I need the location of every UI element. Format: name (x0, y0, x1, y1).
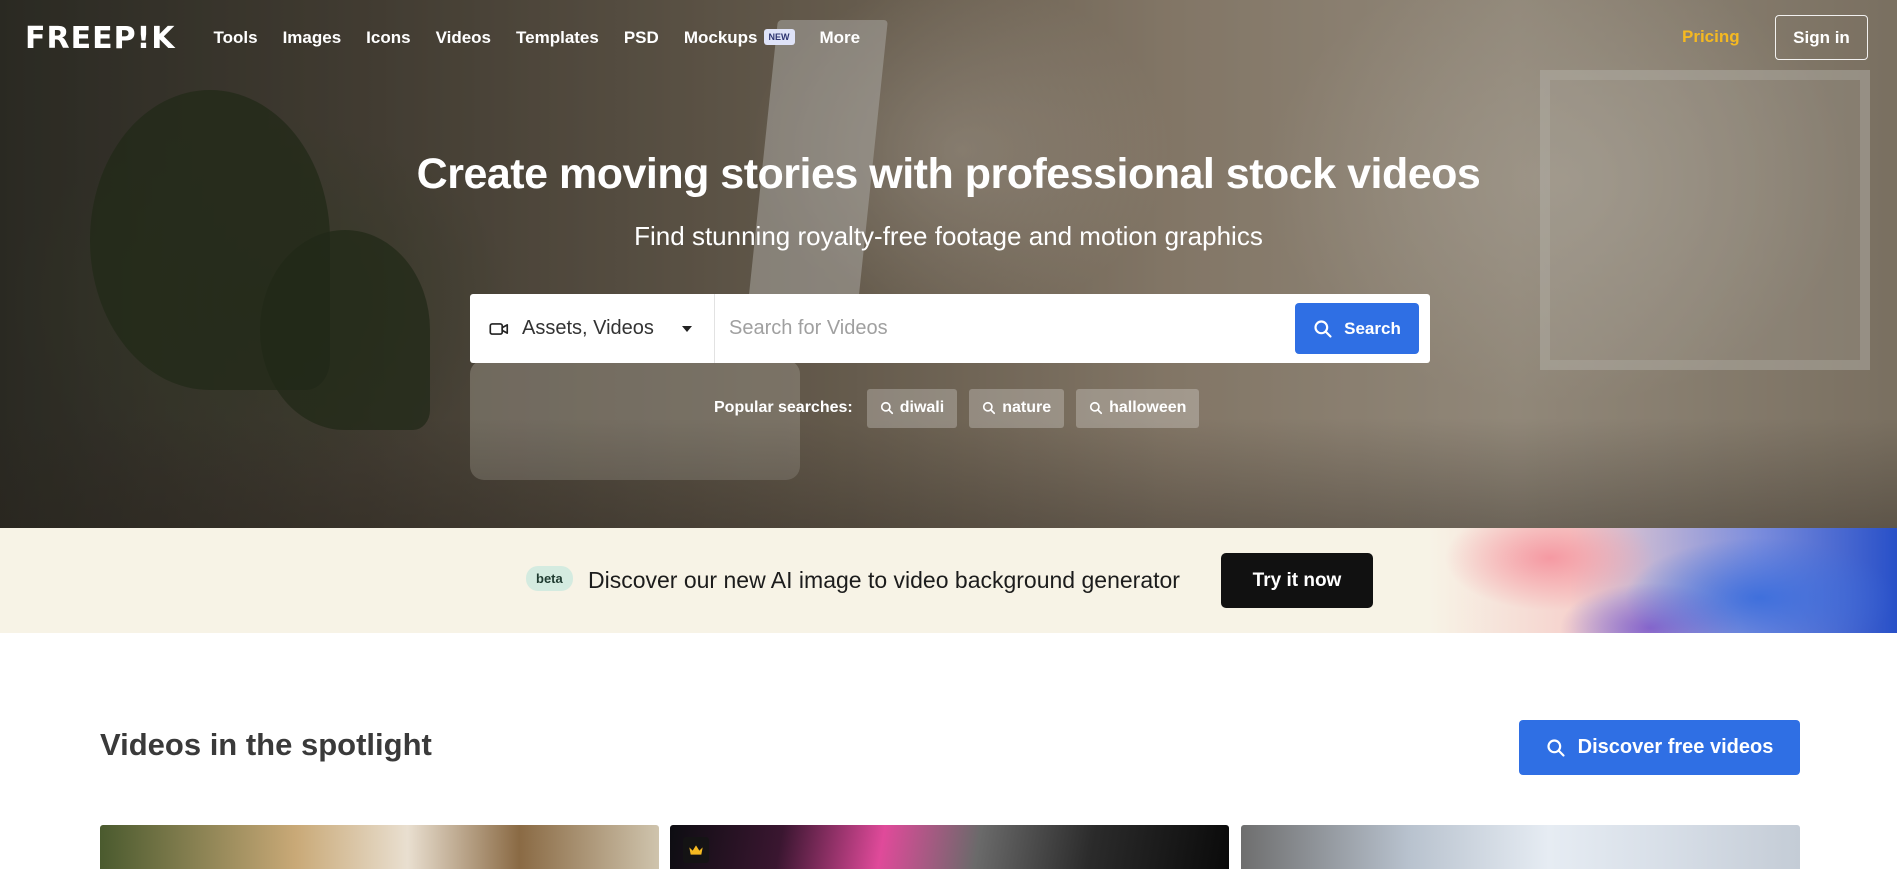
banner-artwork (1430, 528, 1897, 633)
discover-button-label: Discover free videos (1577, 736, 1774, 758)
spotlight-title: Videos in the spotlight (100, 727, 432, 762)
premium-badge (683, 837, 709, 863)
search-button-label: Search (1344, 318, 1401, 338)
search-button[interactable]: Search (1295, 303, 1419, 354)
sign-in-button[interactable]: Sign in (1775, 15, 1868, 60)
hero-floor-shade (0, 418, 1897, 528)
search-icon (1314, 319, 1332, 338)
discover-free-videos-button[interactable]: Discover free videos (1519, 720, 1800, 775)
search-icon (983, 401, 996, 415)
asset-type-dropdown[interactable]: Assets, Videos (470, 294, 715, 363)
nav-mockups[interactable]: Mockups NEW (684, 28, 795, 48)
nav-icons[interactable]: Icons (366, 28, 410, 48)
search-icon (880, 401, 893, 415)
popular-chip-nature[interactable]: nature (969, 388, 1065, 428)
popular-searches-label: Popular searches: (714, 399, 853, 416)
video-thumbnail[interactable] (670, 825, 1229, 869)
nav-videos[interactable]: Videos (436, 28, 491, 48)
search-bar: Assets, Videos Search (470, 294, 1430, 363)
hero-title: Create moving stories with professional … (416, 150, 1481, 198)
nav-links: Tools Images Icons Videos Templates PSD … (214, 28, 861, 48)
popular-searches: Popular searches: diwali nature hallowee… (714, 388, 1200, 428)
banner-text: Discover our new AI image to video backg… (588, 567, 1180, 593)
nav-psd[interactable]: PSD (624, 28, 659, 48)
video-thumbnail[interactable] (100, 825, 659, 869)
nav-mockups-label: Mockups (683, 28, 758, 47)
pricing-link[interactable]: Pricing (1682, 27, 1740, 47)
video-thumbnail[interactable] (1241, 825, 1800, 869)
popular-chip-halloween[interactable]: halloween (1076, 388, 1200, 428)
popular-chip-label: diwali (899, 399, 945, 416)
search-icon (1090, 401, 1103, 415)
freepik-logo[interactable]: FREEP!K (25, 21, 176, 56)
top-navigation: FREEP!K Tools Images Icons Videos Templa… (0, 0, 1897, 76)
nav-templates[interactable]: Templates (516, 28, 599, 48)
popular-chip-label: nature (1002, 399, 1052, 416)
nav-more[interactable]: More (820, 28, 861, 48)
nav-tools[interactable]: Tools (214, 28, 258, 48)
popular-chip-diwali[interactable]: diwali (866, 388, 958, 428)
asset-type-label: Assets, Videos (522, 317, 654, 339)
search-input[interactable] (715, 294, 1295, 363)
crown-icon (689, 845, 703, 855)
video-camera-icon (489, 322, 509, 335)
caret-down-icon (682, 325, 692, 332)
popular-chip-label: halloween (1109, 399, 1187, 416)
try-it-now-button[interactable]: Try it now (1221, 553, 1373, 608)
search-icon (1547, 738, 1565, 757)
hero-section: FREEP!K Tools Images Icons Videos Templa… (0, 0, 1897, 528)
hero-subtitle: Find stunning royalty-free footage and m… (634, 221, 1263, 251)
nav-images[interactable]: Images (283, 28, 342, 48)
beta-badge: beta (526, 566, 573, 591)
new-badge: NEW (763, 28, 795, 45)
